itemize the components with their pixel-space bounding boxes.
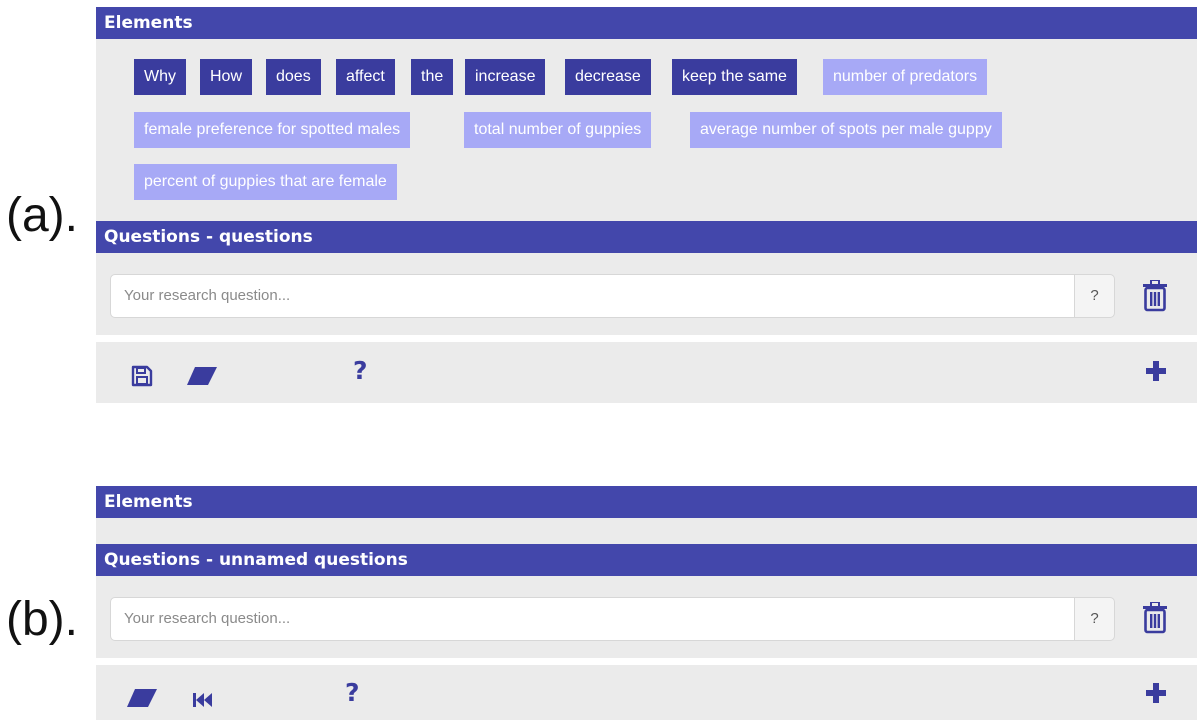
tag-why[interactable]: Why	[134, 59, 186, 95]
elements-area-b	[96, 518, 1197, 544]
tag-increase[interactable]: increase	[465, 59, 546, 95]
questions-header-b: Questions - unnamed questions	[96, 544, 1197, 576]
tag-the[interactable]: the	[411, 59, 454, 95]
tag-keep-the-same[interactable]: keep the same	[672, 59, 797, 95]
elements-title: Elements	[104, 13, 193, 33]
elements-header-b: Elements	[96, 486, 1197, 518]
tag-female-preference[interactable]: female preference for spotted males	[134, 112, 411, 148]
elements-header-a: Elements	[96, 7, 1197, 39]
tag-number-of-predators[interactable]: number of predators	[823, 59, 988, 95]
panel-label-b: (b).	[6, 593, 78, 646]
elements-title: Elements	[104, 492, 193, 512]
tag-average-number-of-spots[interactable]: average number of spots per male guppy	[690, 112, 1002, 148]
help-icon[interactable]: ?	[345, 680, 360, 706]
research-question-input[interactable]: Your research question...	[110, 597, 1075, 641]
questions-title: Questions - unnamed questions	[104, 550, 408, 570]
trash-icon[interactable]	[1142, 280, 1168, 312]
skip-back-icon[interactable]	[193, 692, 213, 708]
tag-does[interactable]: does	[266, 59, 321, 95]
tag-affect[interactable]: affect	[336, 59, 395, 95]
plus-icon[interactable]	[1146, 361, 1166, 381]
plus-icon[interactable]	[1146, 683, 1166, 703]
panel-label-a: (a).	[6, 189, 78, 242]
help-icon[interactable]: ?	[353, 358, 368, 384]
research-question-input[interactable]: Your research question...	[110, 274, 1075, 318]
save-icon[interactable]	[131, 365, 153, 387]
trash-icon[interactable]	[1142, 602, 1168, 634]
questions-title: Questions - questions	[104, 227, 313, 247]
tag-percent-female[interactable]: percent of guppies that are female	[134, 164, 397, 200]
tag-how[interactable]: How	[200, 59, 253, 95]
input-help-button[interactable]: ?	[1075, 597, 1115, 641]
eraser-icon[interactable]	[126, 688, 158, 708]
eraser-icon[interactable]	[186, 366, 218, 386]
toolbar-b	[96, 665, 1197, 720]
toolbar-a	[96, 342, 1197, 403]
tag-total-number-of-guppies[interactable]: total number of guppies	[464, 112, 652, 148]
input-help-button[interactable]: ?	[1075, 274, 1115, 318]
tag-decrease[interactable]: decrease	[565, 59, 651, 95]
questions-header-a: Questions - questions	[96, 221, 1197, 253]
